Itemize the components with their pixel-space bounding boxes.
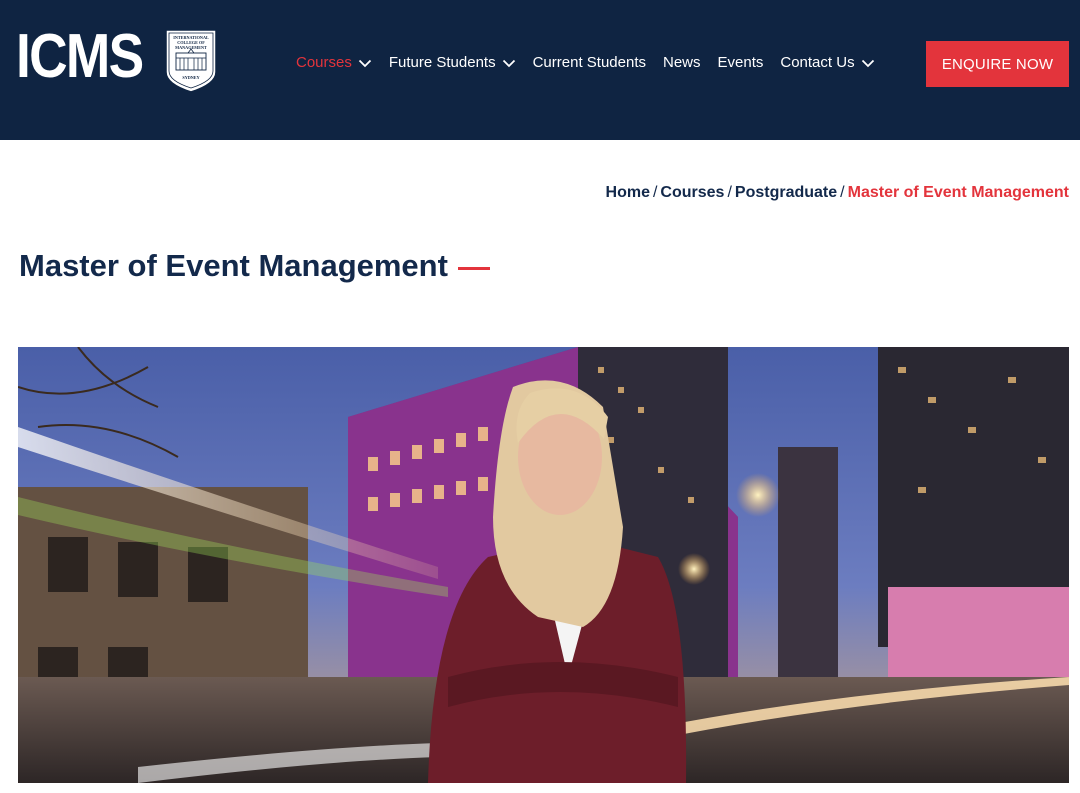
- page-title: Master of Event Management: [19, 248, 490, 284]
- college-crest-icon: INTERNATIONAL COLLEGE OF MANAGEMENT SYDN…: [165, 29, 217, 93]
- breadcrumb-separator: /: [727, 184, 732, 201]
- hero-image: [18, 347, 1069, 783]
- nav-item-label: Contact Us: [780, 54, 855, 71]
- main-nav: Courses Future Students Current Students…: [296, 54, 892, 71]
- crest-line-4: SYDNEY: [182, 75, 199, 80]
- breadcrumb: Home / Courses / Postgraduate / Master of Even…: [606, 184, 1069, 202]
- logo-wordmark: ICMS: [16, 22, 144, 91]
- breadcrumb-separator: /: [652, 184, 658, 201]
- breadcrumb-courses[interactable]: Courses: [660, 184, 724, 201]
- nav-item-label: Future Students: [388, 54, 496, 71]
- breadcrumb-postgraduate[interactable]: Postgraduate: [735, 184, 837, 201]
- nav-item-label: Events: [717, 54, 764, 71]
- nav-item-courses[interactable]: Courses: [296, 54, 372, 71]
- chevron-down-icon: [502, 59, 515, 67]
- site-header: ICMS INTERNATIONAL COLLEGE OF MANAGEMENT…: [0, 0, 1080, 140]
- page-title-text: Master of Event Management: [19, 248, 448, 283]
- breadcrumb-home[interactable]: Home: [606, 184, 650, 201]
- nav-item-contact-us[interactable]: Contact Us: [780, 54, 874, 71]
- nav-item-future-students[interactable]: Future Students: [389, 54, 516, 71]
- nav-item-label: Current Students: [532, 54, 646, 71]
- nav-item-label: Courses: [296, 54, 352, 71]
- enquire-now-button[interactable]: ENQUIRE NOW: [926, 41, 1069, 87]
- nav-item-label: News: [663, 54, 701, 71]
- hero-photo-illustration: [18, 347, 1069, 783]
- chevron-down-icon: [861, 59, 874, 67]
- nav-item-events[interactable]: Events: [718, 54, 764, 71]
- chevron-down-icon: [358, 59, 371, 67]
- nav-item-current-students[interactable]: Current Students: [533, 54, 646, 71]
- title-accent-dash: [457, 266, 490, 270]
- breadcrumb-current: Master of Event Management: [847, 184, 1069, 201]
- nav-item-news[interactable]: News: [663, 54, 701, 71]
- logo[interactable]: ICMS INTERNATIONAL COLLEGE OF MANAGEMENT…: [16, 22, 217, 93]
- breadcrumb-separator: /: [840, 184, 845, 201]
